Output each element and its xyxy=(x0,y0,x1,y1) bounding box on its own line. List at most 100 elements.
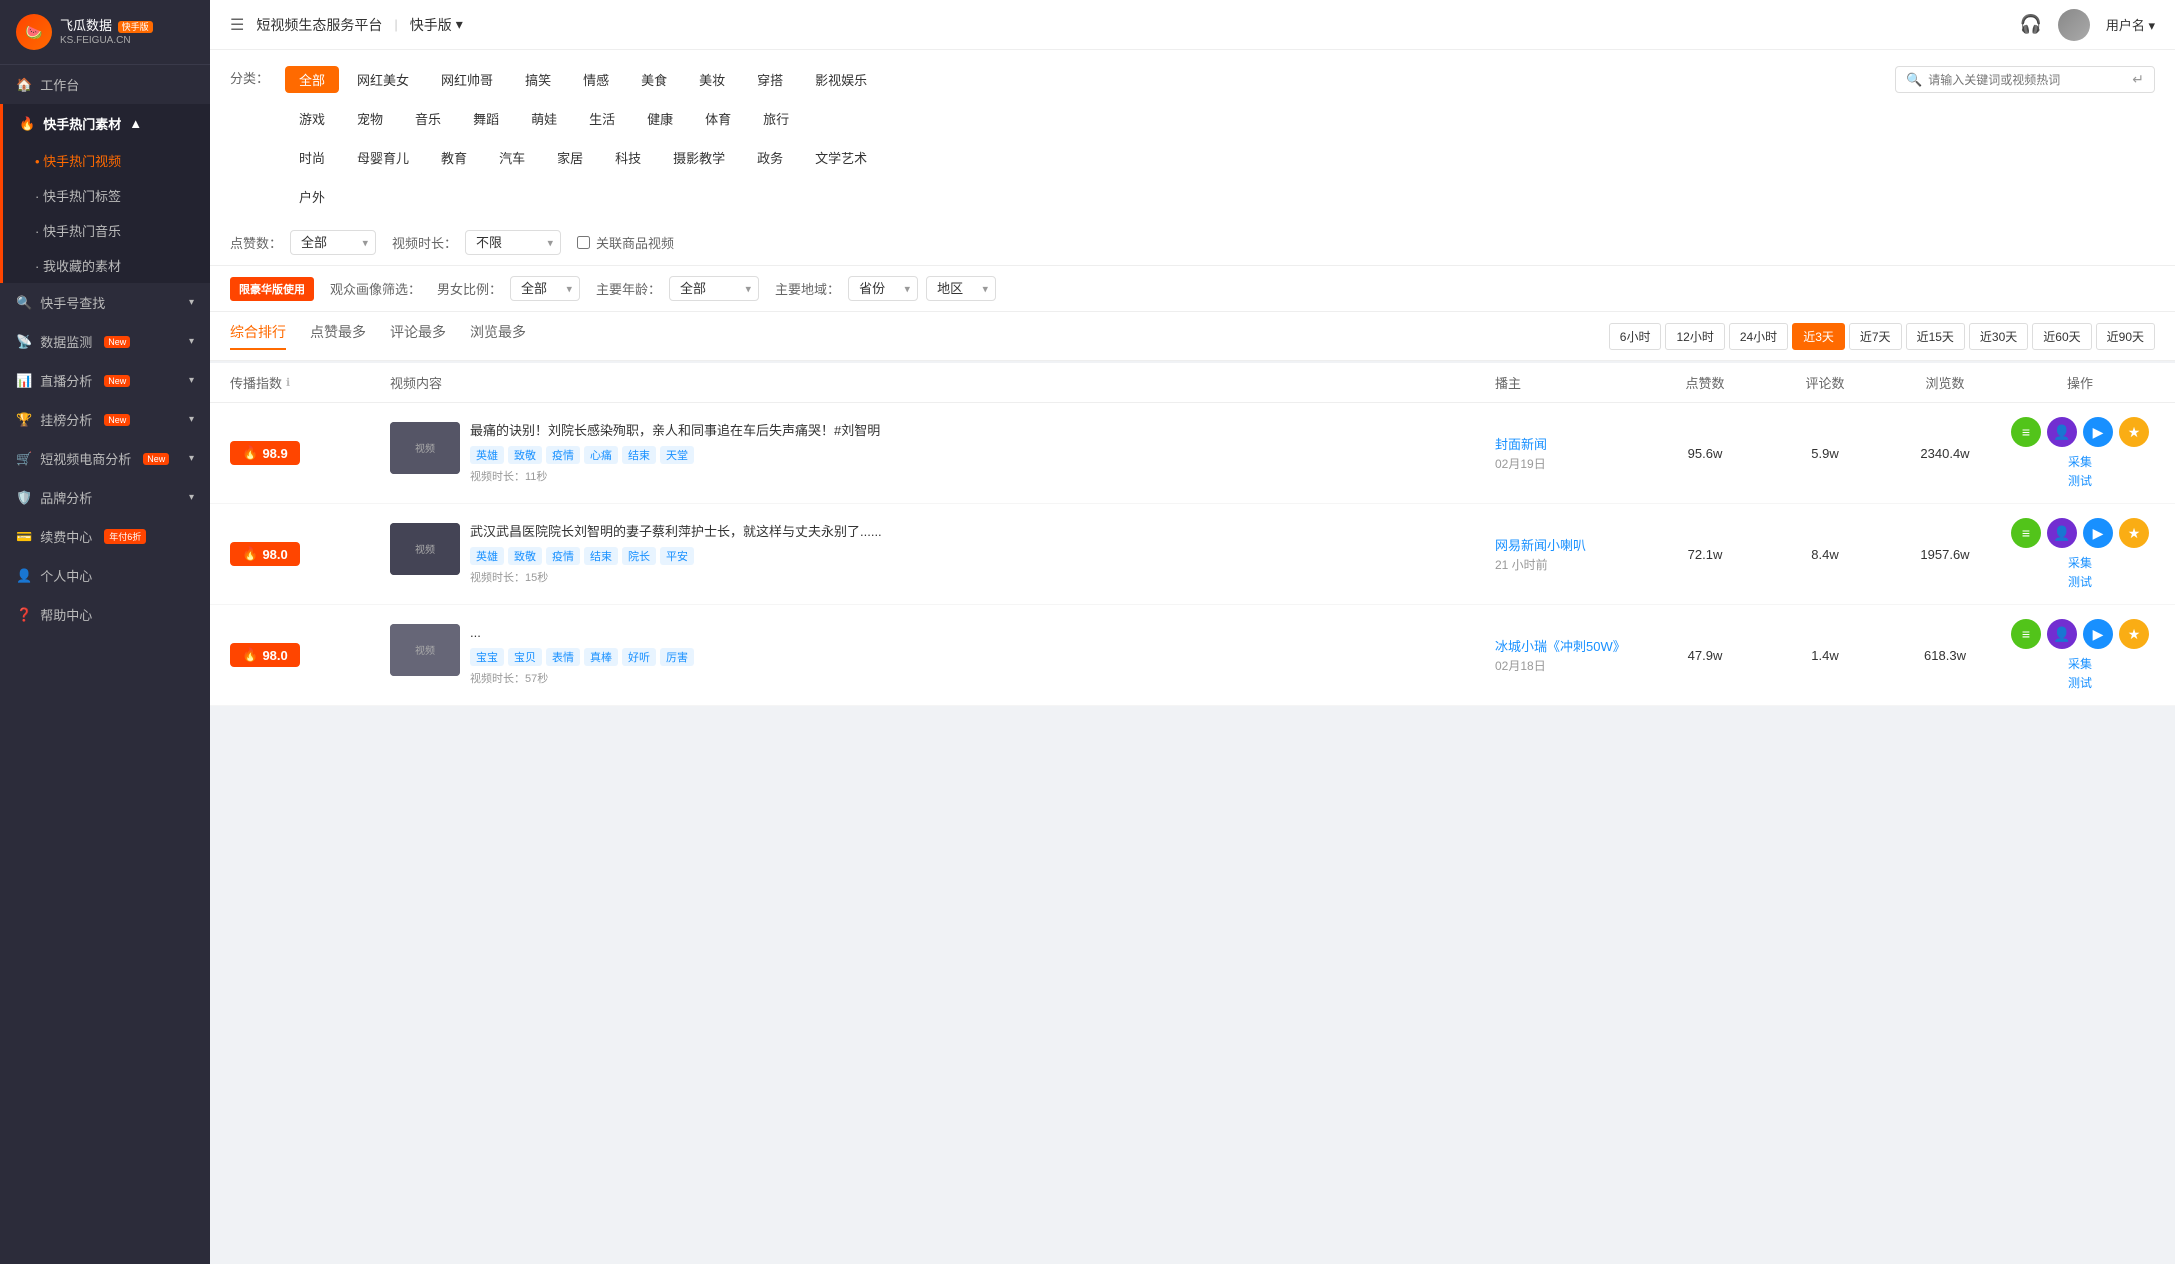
province-select[interactable]: 省份 xyxy=(848,276,918,301)
sidebar-item-ecom-analysis[interactable]: 🛒 短视频电商分析 New ▾ xyxy=(0,439,210,478)
cat-food[interactable]: 美食 xyxy=(627,66,681,93)
collect-link[interactable]: 采集 xyxy=(2068,453,2092,470)
logo-name: 飞瓜数据 快手版 xyxy=(60,18,153,35)
sidebar-section-header[interactable]: 🔥 快手热门素材 ▲ xyxy=(3,104,210,143)
publisher-name[interactable]: 网易新闻小喇叭 xyxy=(1495,535,1645,554)
info-icon[interactable]: ℹ xyxy=(286,376,290,389)
star-action-icon[interactable]: ★ xyxy=(2119,518,2149,548)
play-action-icon[interactable]: ▶ xyxy=(2083,417,2113,447)
time-90d[interactable]: 近90天 xyxy=(2096,323,2155,350)
note-action-icon[interactable]: ≡ xyxy=(2011,518,2041,548)
age-select[interactable]: 全部 18岁以下 18-24岁 25-30岁 31-40岁 40岁以上 xyxy=(669,276,759,301)
cat-education[interactable]: 教育 xyxy=(427,144,481,171)
time-15d[interactable]: 近15天 xyxy=(1906,323,1965,350)
cat-outdoor[interactable]: 户外 xyxy=(285,183,339,210)
related-goods-checkbox[interactable]: 关联商品视频 xyxy=(577,233,674,252)
rank-score-cell: 🔥 98.0 xyxy=(230,643,390,667)
sidebar-item-renewal[interactable]: 💳 续费中心 年付6折 xyxy=(0,517,210,556)
cat-travel[interactable]: 旅行 xyxy=(749,105,803,132)
cat-fashion[interactable]: 穿搭 xyxy=(743,66,797,93)
tab-most-comments[interactable]: 评论最多 xyxy=(390,322,446,350)
user-action-icon[interactable]: 👤 xyxy=(2047,518,2077,548)
time-24h[interactable]: 24小时 xyxy=(1729,323,1788,350)
video-thumbnail[interactable]: 视频 xyxy=(390,624,460,676)
sidebar-item-home[interactable]: 🏠 工作台 xyxy=(0,65,210,104)
tab-most-likes[interactable]: 点赞最多 xyxy=(310,322,366,350)
gender-select[interactable]: 全部 男多 女多 xyxy=(510,276,580,301)
collect-link[interactable]: 采集 xyxy=(2068,655,2092,672)
sidebar-item-rank-analysis[interactable]: 🏆 挂榜分析 New ▾ xyxy=(0,400,210,439)
test-link[interactable]: 测试 xyxy=(2068,674,2092,691)
cat-sport[interactable]: 体育 xyxy=(691,105,745,132)
cat-female-kol[interactable]: 网红美女 xyxy=(343,66,423,93)
time-3d[interactable]: 近3天 xyxy=(1792,323,1845,350)
star-action-icon[interactable]: ★ xyxy=(2119,619,2149,649)
test-link[interactable]: 测试 xyxy=(2068,472,2092,489)
sidebar-sub-my-collect[interactable]: · 我收藏的素材 xyxy=(3,248,210,283)
video-thumbnail[interactable]: 视频 xyxy=(390,422,460,474)
headset-icon[interactable]: 🎧 xyxy=(2019,14,2041,35)
category-row-3: 时尚 母婴育儿 教育 汽车 家居 科技 摄影教学 政务 文学艺术 xyxy=(283,142,2155,173)
cat-game[interactable]: 游戏 xyxy=(285,105,339,132)
publisher-name[interactable]: 冰城小瑞《冲刺50W》 xyxy=(1495,636,1645,655)
platform-selector[interactable]: 快手版 ▾ xyxy=(410,15,463,35)
collect-link[interactable]: 采集 xyxy=(2068,554,2092,571)
star-action-icon[interactable]: ★ xyxy=(2119,417,2149,447)
cat-home[interactable]: 家居 xyxy=(543,144,597,171)
area-select[interactable]: 地区 xyxy=(926,276,996,301)
cat-entertainment[interactable]: 影视娱乐 xyxy=(801,66,881,93)
related-goods-input[interactable] xyxy=(577,236,590,249)
sidebar-sub-hot-video[interactable]: • 快手热门视频 xyxy=(3,143,210,178)
views-count: 1957.6w xyxy=(1885,547,2005,562)
video-thumbnail[interactable]: 视频 xyxy=(390,523,460,575)
publisher-name[interactable]: 封面新闻 xyxy=(1495,434,1645,453)
sidebar-item-account-search[interactable]: 🔍 快手号查找 ▾ xyxy=(0,283,210,322)
cat-all[interactable]: 全部 xyxy=(285,66,339,93)
sidebar-sub-hot-music[interactable]: · 快手热门音乐 xyxy=(3,213,210,248)
cat-health[interactable]: 健康 xyxy=(633,105,687,132)
time-30d[interactable]: 近30天 xyxy=(1969,323,2028,350)
cat-dance[interactable]: 舞蹈 xyxy=(459,105,513,132)
avatar[interactable] xyxy=(2058,9,2090,41)
note-action-icon[interactable]: ≡ xyxy=(2011,417,2041,447)
search-input[interactable] xyxy=(1928,73,2128,87)
user-action-icon[interactable]: 👤 xyxy=(2047,417,2077,447)
search-enter-icon[interactable]: ↵ xyxy=(2132,71,2144,88)
time-12h[interactable]: 12小时 xyxy=(1665,323,1724,350)
cat-pet[interactable]: 宠物 xyxy=(343,105,397,132)
likes-select[interactable]: 全部 1w以下 1w-5w 5w-10w 10w以上 xyxy=(290,230,376,255)
sidebar-item-help[interactable]: ❓ 帮助中心 xyxy=(0,595,210,634)
cat-trend[interactable]: 时尚 xyxy=(285,144,339,171)
cat-life[interactable]: 生活 xyxy=(575,105,629,132)
sidebar-item-personal[interactable]: 👤 个人中心 xyxy=(0,556,210,595)
cat-parenting[interactable]: 母婴育儿 xyxy=(343,144,423,171)
sidebar-item-live-analysis[interactable]: 📊 直播分析 New ▾ xyxy=(0,361,210,400)
cat-literature[interactable]: 文学艺术 xyxy=(801,144,881,171)
cat-tech[interactable]: 科技 xyxy=(601,144,655,171)
cat-car[interactable]: 汽车 xyxy=(485,144,539,171)
cat-kid[interactable]: 萌娃 xyxy=(517,105,571,132)
tab-most-views[interactable]: 浏览最多 xyxy=(470,322,526,350)
cat-male-kol[interactable]: 网红帅哥 xyxy=(427,66,507,93)
note-action-icon[interactable]: ≡ xyxy=(2011,619,2041,649)
play-action-icon[interactable]: ▶ xyxy=(2083,518,2113,548)
cat-photo[interactable]: 摄影教学 xyxy=(659,144,739,171)
sidebar-item-brand-analysis[interactable]: 🛡️ 品牌分析 ▾ xyxy=(0,478,210,517)
cat-beauty[interactable]: 美妆 xyxy=(685,66,739,93)
play-action-icon[interactable]: ▶ xyxy=(2083,619,2113,649)
duration-select[interactable]: 不限 1分钟以下 1-3分钟 3分钟以上 xyxy=(465,230,561,255)
cat-funny[interactable]: 搞笑 xyxy=(511,66,565,93)
tab-overall-rank[interactable]: 综合排行 xyxy=(230,322,286,350)
time-60d[interactable]: 近60天 xyxy=(2032,323,2091,350)
sidebar-item-data-monitor[interactable]: 📡 数据监测 New ▾ xyxy=(0,322,210,361)
cat-music[interactable]: 音乐 xyxy=(401,105,455,132)
sidebar-sub-hot-tags[interactable]: · 快手热门标签 xyxy=(3,178,210,213)
menu-icon[interactable]: ☰ xyxy=(230,15,244,35)
user-action-icon[interactable]: 👤 xyxy=(2047,619,2077,649)
user-name[interactable]: 用户名 ▾ xyxy=(2106,15,2155,34)
cat-emotion[interactable]: 情感 xyxy=(569,66,623,93)
test-link[interactable]: 测试 xyxy=(2068,573,2092,590)
time-6h[interactable]: 6小时 xyxy=(1609,323,1662,350)
time-7d[interactable]: 近7天 xyxy=(1849,323,1902,350)
cat-gov[interactable]: 政务 xyxy=(743,144,797,171)
